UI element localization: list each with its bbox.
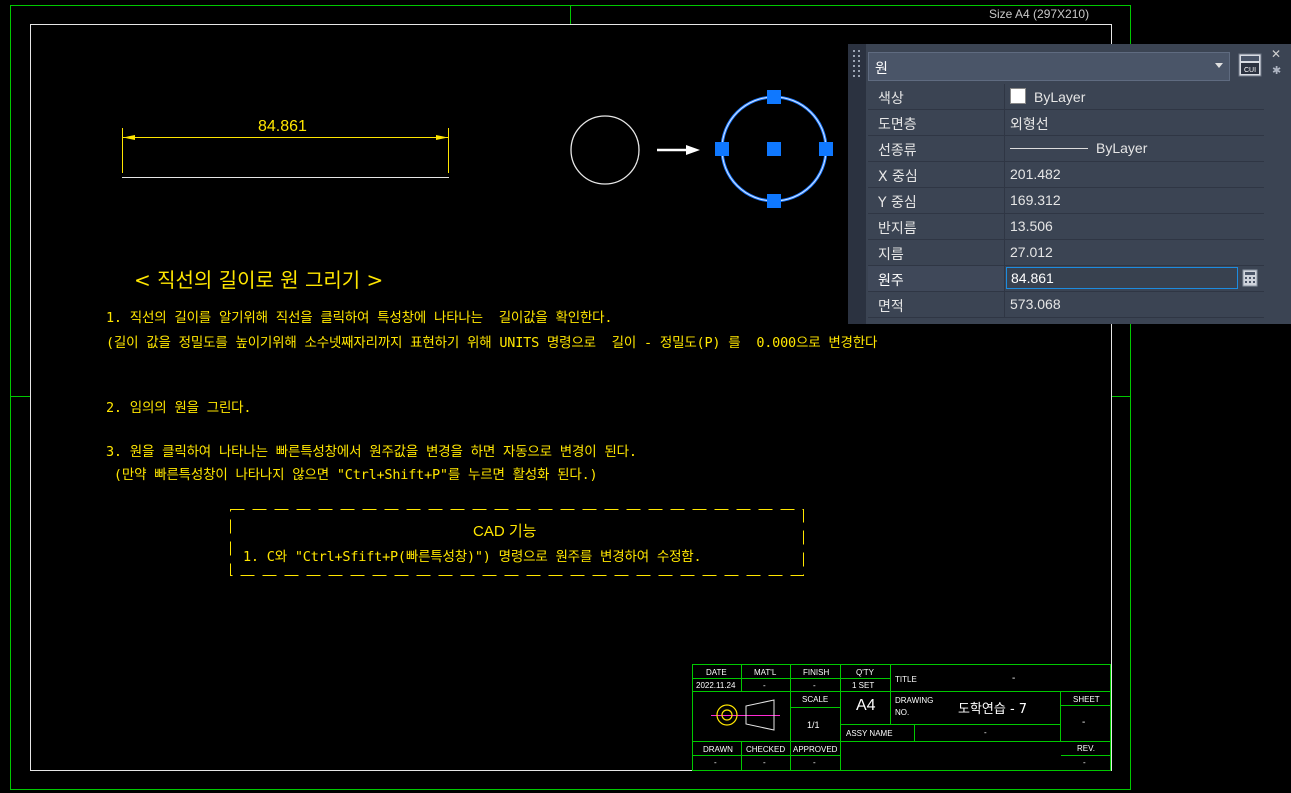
grip-right[interactable] [819,142,833,156]
dimension-arrow-right [436,135,448,140]
tb-approved-value: - [813,758,816,767]
prop-value: 외형선 [1010,116,1049,132]
tb-title-value: - [1012,673,1016,684]
prop-row-center-x[interactable]: X 중심 201.482 [868,162,1264,188]
cad-box-line: 1. C와 "Ctrl+Sfift+P(빠른특성창)") 명령으로 원주를 변경… [243,549,702,565]
panel-drag-handle[interactable] [848,44,866,324]
tb-drawn-label: DRAWN [703,745,733,754]
note-line-3: 2. 임의의 원을 그린다. [106,400,252,416]
tb-sheet-label: SHEET [1073,695,1100,704]
page-heading: < 직선의 길이로 원 그리기 > [134,268,384,292]
prop-value: 201.482 [1010,166,1061,182]
tb-checked-label: CHECKED [746,745,786,754]
grip-bottom[interactable] [767,194,781,208]
tb-matl-label: MAT'L [754,668,777,677]
grip-center[interactable] [767,142,781,156]
sheet-size-label: Size A4 (297X210) [989,7,1090,21]
tb-assy-value: - [984,728,987,737]
prop-name: 색상 [878,91,904,107]
tb-rev-value: - [1083,758,1086,767]
note-line-2: (길이 값을 정밀도를 높이기위해 소수넷째자리까지 표현하기 위해 UNITS… [106,335,878,351]
prop-row-radius[interactable]: 반지름 13.506 [868,214,1264,240]
tb-paper-size: A4 [856,697,876,714]
tb-assy-label: ASSY NAME [846,729,893,738]
prop-name: 도면층 [878,117,917,133]
prop-name: 면적 [878,299,904,315]
tb-drawn-value: - [714,758,717,767]
prop-row-center-y[interactable]: Y 중심 169.312 [868,188,1264,214]
prop-value: 573.068 [1010,296,1061,312]
tb-date-value: 2022.11.24 [696,681,736,690]
prop-row-circumference[interactable]: 원주 84.861 [868,266,1264,292]
tb-sheet-value: - [1082,717,1086,728]
close-icon[interactable]: ✕ [1271,47,1281,61]
prop-row-color[interactable]: 색상 ByLayer [868,84,1264,110]
object-type-dropdown[interactable]: 원 [868,52,1230,81]
prop-name: 선종류 [878,143,917,159]
tb-drawing-no-label-1: DRAWING [895,696,934,705]
tb-scale-label: SCALE [802,695,829,704]
tb-title-label: TITLE [895,675,917,684]
prop-name: Y 중심 [878,195,917,211]
prop-value: 13.506 [1010,218,1053,234]
prop-row-diameter[interactable]: 지름 27.012 [868,240,1264,266]
tb-approved-label: APPROVED [793,745,838,754]
prop-name: 원주 [878,273,904,289]
prop-value: ByLayer [1096,140,1148,156]
cad-box-title: CAD 기능 [473,523,537,540]
prop-value: 27.012 [1010,244,1053,260]
tb-checked-value: - [763,758,766,767]
note-line-5: (만약 빠른특성창이 나타나지 않으면 "Ctrl+Shift+P"를 누르면 … [106,467,598,483]
tb-qty-value: 1 SET [852,681,875,690]
prop-row-area[interactable]: 면적 573.068 [868,292,1264,318]
tb-qty-label: Q'TY [856,668,874,677]
calculator-icon[interactable] [1242,269,1258,287]
grip-left[interactable] [715,142,729,156]
grip-top[interactable] [767,90,781,104]
dimension-arrow-left [123,135,135,140]
gear-icon[interactable]: ✱ [1272,64,1281,77]
prop-name: 지름 [878,247,904,263]
prop-name: X 중심 [878,169,918,185]
prop-row-linetype[interactable]: 선종류 ByLayer [868,136,1264,162]
circumference-input[interactable]: 84.861 [1006,267,1238,289]
dimension-value: 84.861 [258,118,307,135]
prop-value: ByLayer [1034,89,1086,105]
chevron-down-icon [1215,63,1223,68]
svg-text:CUI: CUI [1244,67,1256,74]
tb-finish-label: FINISH [803,668,830,677]
tb-drawing-no-value: 도학연습 - 7 [958,702,1028,717]
transform-arrow-head [686,145,700,155]
color-swatch-icon [1010,88,1026,104]
tb-drawing-no-label-2: NO. [895,708,910,717]
linetype-preview-icon [1010,148,1088,149]
tb-matl-value: - [763,681,766,690]
object-type-value: 원 [875,60,888,76]
prop-value: 169.312 [1010,192,1061,208]
cui-customize-icon[interactable]: CUI [1238,53,1262,79]
tb-rev-label: REV. [1077,744,1095,753]
note-line-4: 3. 원을 클릭하여 나타나는 빠른특성창에서 원주값을 변경을 하면 자동으로… [106,444,637,460]
tb-scale-value: 1/1 [807,720,820,730]
projection-symbol [711,699,780,731]
prop-name: 반지름 [878,221,917,237]
prop-row-layer[interactable]: 도면층 외형선 [868,110,1264,136]
tb-date-label: DATE [706,668,727,677]
note-line-1: 1. 직선의 길이를 알기위해 직선을 클릭하여 특성창에 나타나는 길이값을 … [106,310,613,326]
tb-finish-value: - [813,681,816,690]
original-circle[interactable] [570,115,640,185]
